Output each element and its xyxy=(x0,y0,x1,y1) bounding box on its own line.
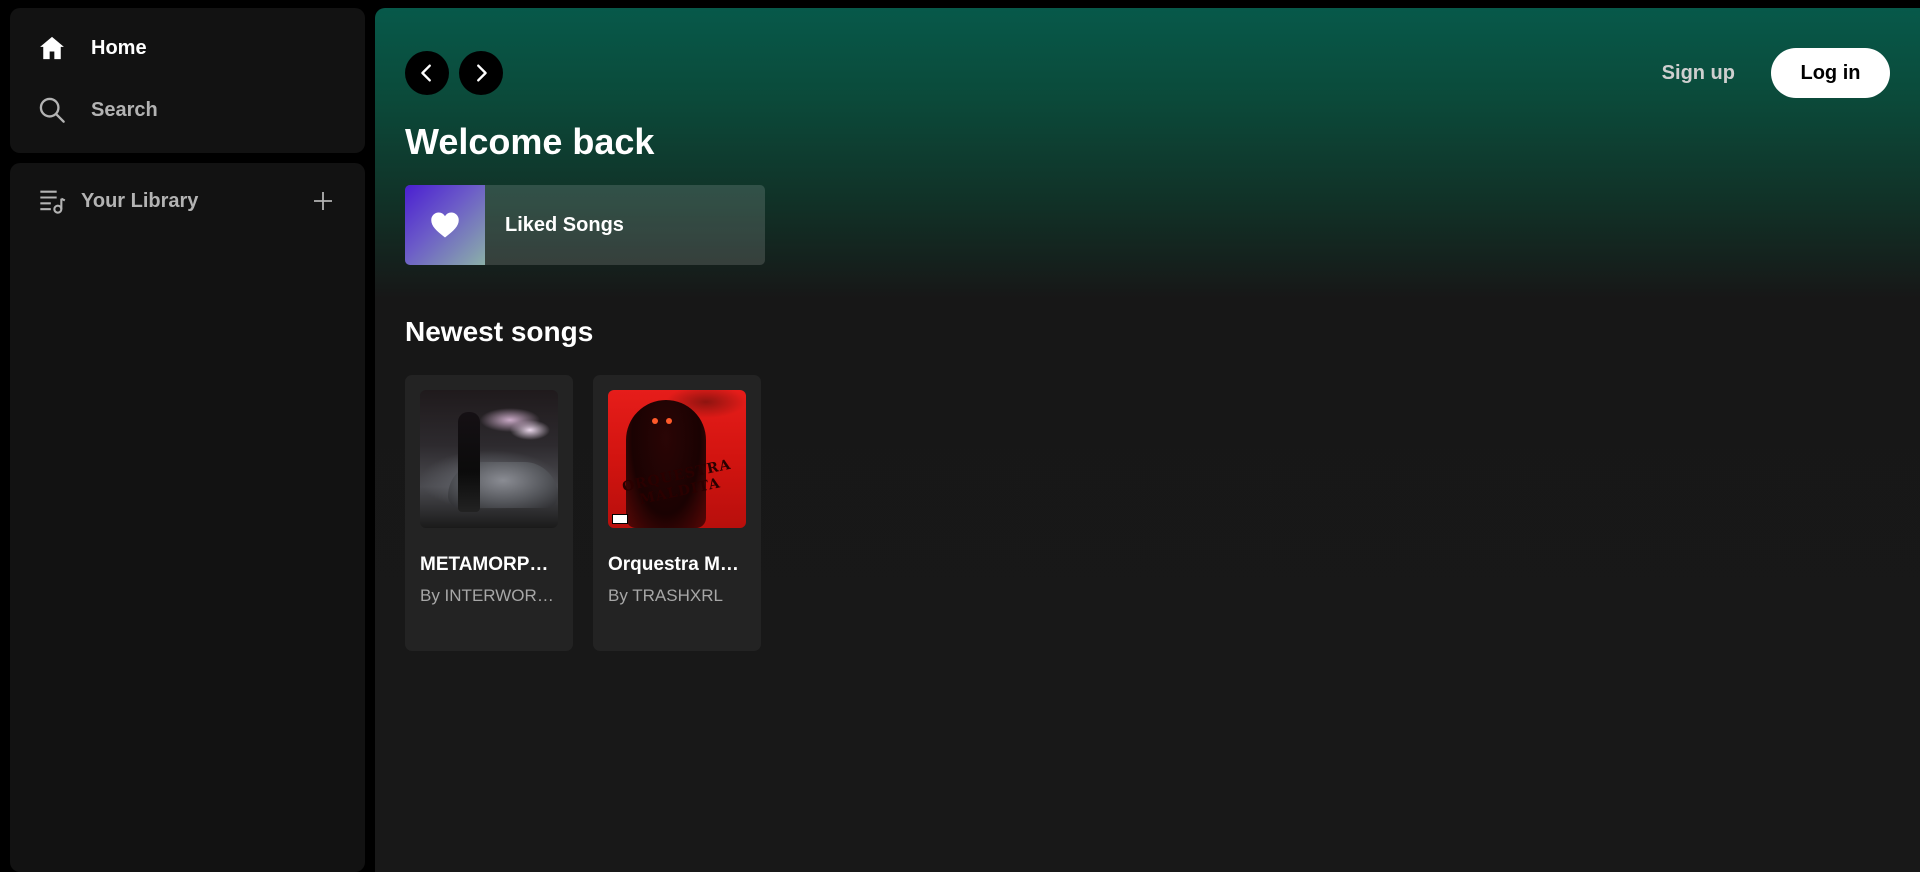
heart-icon xyxy=(431,212,459,238)
page-title: Welcome back xyxy=(405,121,655,162)
top-bar: Sign up Log in xyxy=(405,48,1890,98)
liked-songs-card[interactable]: Liked Songs xyxy=(405,185,765,265)
chevron-right-icon xyxy=(477,64,487,82)
explicit-badge xyxy=(612,514,628,524)
chevron-left-icon xyxy=(421,64,431,82)
library-label: Your Library xyxy=(81,189,199,212)
login-button[interactable]: Log in xyxy=(1771,48,1890,98)
liked-songs-art xyxy=(405,185,485,265)
cover-figure-shape xyxy=(458,412,480,512)
song-title: METAMORPHOSIS xyxy=(420,554,558,575)
back-button[interactable] xyxy=(405,51,449,95)
cover-eyes xyxy=(652,418,672,424)
sidebar-item-label: Search xyxy=(91,98,158,121)
home-icon xyxy=(37,33,67,63)
library-icon xyxy=(37,186,67,216)
album-cover: ORQUESTRA MALDITA xyxy=(608,390,746,528)
sidebar-nav: Home Search xyxy=(10,8,365,153)
forward-button[interactable] xyxy=(459,51,503,95)
main-content: Sign up Log in Welcome back Liked Songs … xyxy=(375,8,1920,872)
library-header: Your Library xyxy=(10,179,365,223)
plus-icon xyxy=(314,192,332,210)
song-card[interactable]: ORQUESTRA MALDITA Orquestra Maldita By T… xyxy=(593,375,761,651)
signup-button[interactable]: Sign up xyxy=(1662,62,1735,85)
search-icon xyxy=(37,95,67,125)
sidebar-item-label: Home xyxy=(91,36,147,59)
album-cover xyxy=(420,390,558,528)
song-card[interactable]: METAMORPHOSIS By INTERWORLD xyxy=(405,375,573,651)
library-panel: Your Library xyxy=(10,163,365,872)
sidebar-item-search[interactable]: Search xyxy=(10,90,365,130)
liked-songs-label: Liked Songs xyxy=(505,213,624,236)
sidebar: Home Search Your Library xyxy=(10,8,365,872)
section-title-newest: Newest songs xyxy=(405,316,594,347)
add-library-button[interactable] xyxy=(307,185,339,217)
song-artist: By TRASHXRL xyxy=(608,586,723,605)
library-button[interactable]: Your Library xyxy=(37,186,198,216)
newest-songs-list: METAMORPHOSIS By INTERWORLD ORQUESTRA MA… xyxy=(405,375,761,651)
song-artist: By INTERWORLD xyxy=(420,586,558,605)
sidebar-item-home[interactable]: Home xyxy=(10,28,365,68)
song-title: Orquestra Maldita xyxy=(608,554,746,575)
